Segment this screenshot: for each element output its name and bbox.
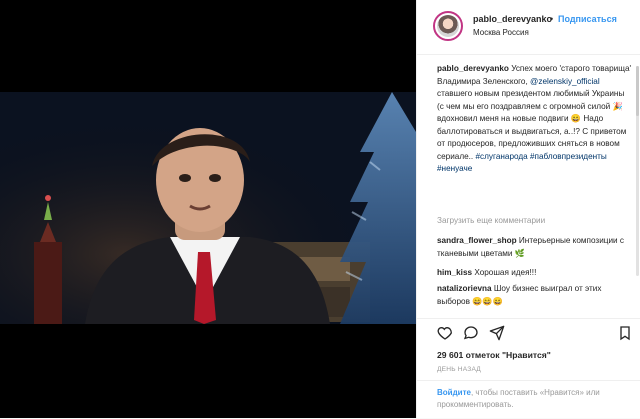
comments-area: pablo_derevyanko Успех моего 'старого то… xyxy=(417,55,640,318)
comments-scrollbar[interactable] xyxy=(636,66,639,276)
bookmark-icon[interactable] xyxy=(617,325,633,341)
login-prompt: Войдите, чтобы поставить «Нравится» или … xyxy=(417,380,640,419)
login-link[interactable]: Войдите xyxy=(437,388,471,397)
avatar[interactable] xyxy=(433,11,463,41)
header-username[interactable]: pablo_derevyanko xyxy=(473,14,552,24)
caption: pablo_derevyanko Успех моего 'старого то… xyxy=(437,63,633,176)
caption-text3: вдохновил меня на новые подвиги xyxy=(437,114,569,123)
comment-text: Хорошая идея!!! xyxy=(474,268,537,277)
post-sidebar: pablo_derevyanko • Подписаться Москва Ро… xyxy=(416,0,640,418)
load-more-comments[interactable]: Загрузить еще комментарии xyxy=(437,216,545,225)
avatar-image xyxy=(437,15,459,37)
caption-username[interactable]: pablo_derevyanko xyxy=(437,64,509,73)
comment-item: natalizorievna Шоу бизнес выиграл от эти… xyxy=(437,283,633,308)
comments-scrollbar-thumb[interactable] xyxy=(636,66,639,116)
caption-text2: ставшего новым президентом любимый Украи… xyxy=(437,89,625,111)
comment-username[interactable]: natalizorievna xyxy=(437,284,492,293)
post-media[interactable] xyxy=(0,0,416,418)
caption-emoji: 🎉 xyxy=(612,101,623,111)
post-header: pablo_derevyanko • Подписаться Москва Ро… xyxy=(417,0,640,55)
post-actions: 29 601 отметок "Нравится" ДЕНЬ НАЗАД xyxy=(417,318,640,373)
instagram-post: pablo_derevyanko • Подписаться Москва Ро… xyxy=(0,0,640,418)
share-icon[interactable] xyxy=(489,325,505,341)
likes-count[interactable]: 29 601 отметок "Нравится" xyxy=(437,350,551,360)
comment-username[interactable]: him_kiss xyxy=(437,268,472,277)
separator-dot: • xyxy=(550,14,554,24)
caption-mention[interactable]: @zelenskiy_official xyxy=(530,77,600,86)
caption-emoji: 😄 xyxy=(570,114,582,123)
post-date: ДЕНЬ НАЗАД xyxy=(437,366,481,373)
comment-item: him_kiss Хорошая идея!!! xyxy=(437,267,633,280)
follow-button[interactable]: Подписаться xyxy=(558,14,617,24)
comment-item: sandra_flower_shop Интерьерные композици… xyxy=(437,235,633,260)
location-link[interactable]: Москва Россия xyxy=(473,28,529,37)
login-text-container: Войдите, чтобы поставить «Нравится» или … xyxy=(437,387,627,411)
photo-illustration xyxy=(0,92,416,324)
like-icon[interactable] xyxy=(437,325,453,341)
post-photo xyxy=(0,92,416,324)
comment-emoji: 🌿 xyxy=(514,248,525,258)
comment-emoji: 😄😄😄 xyxy=(472,296,503,306)
comment-icon[interactable] xyxy=(463,325,479,341)
comment-username[interactable]: sandra_flower_shop xyxy=(437,236,517,245)
